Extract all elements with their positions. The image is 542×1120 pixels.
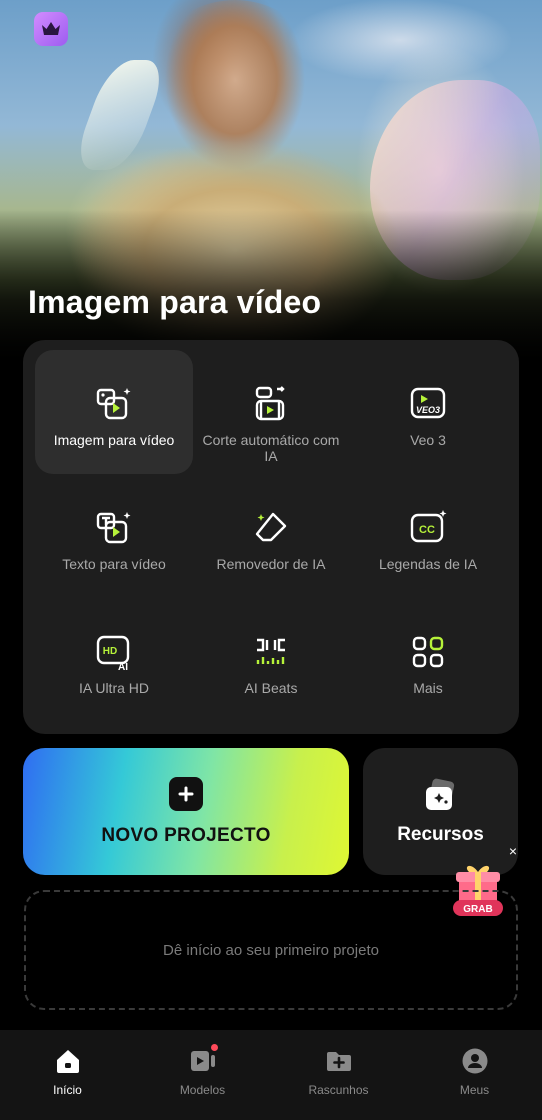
resources-icon	[425, 778, 454, 810]
empty-state-text: Dê início ao seu primeiro projeto	[163, 941, 379, 959]
svg-text:CC: CC	[419, 524, 435, 536]
nav-label: Rascunhos	[308, 1083, 369, 1097]
home-icon	[53, 1046, 83, 1076]
eraser-icon	[251, 508, 291, 548]
nav-label: Início	[53, 1083, 82, 1097]
nav-label: Modelos	[179, 1083, 226, 1097]
nav-label: Meus	[459, 1083, 490, 1097]
image-to-video-icon	[94, 384, 134, 424]
svg-text:VEO3: VEO3	[416, 405, 440, 415]
resources-button[interactable]: Recursos	[363, 748, 518, 875]
tool-ai-captions[interactable]: CC Legendas de IA	[349, 474, 507, 598]
tool-auto-cut[interactable]: Corte automático com IA	[192, 350, 350, 474]
new-project-label: NOVO PROJECTO	[101, 824, 271, 846]
tool-veo3[interactable]: VEO3 Veo 3	[349, 350, 507, 474]
svg-text:HD: HD	[103, 646, 117, 657]
tool-label: Texto para vídeo	[62, 556, 166, 572]
svg-text:AI: AI	[118, 662, 128, 672]
tool-ultra-hd[interactable]: HD AI IA Ultra HD	[35, 598, 193, 722]
crown-icon	[42, 22, 60, 35]
tool-more[interactable]: Mais	[349, 598, 507, 722]
projects-empty-state: Dê início ao seu primeiro projeto	[24, 890, 518, 1010]
drafts-folder-icon	[324, 1046, 354, 1076]
nav-home[interactable]: Início	[0, 1030, 135, 1120]
captions-icon: CC	[408, 508, 448, 548]
plus-icon	[169, 776, 203, 811]
tool-label: Corte automático com IA	[202, 432, 340, 464]
templates-icon	[188, 1044, 218, 1076]
tool-ai-remover[interactable]: Removedor de IA	[192, 474, 350, 598]
tool-label: Veo 3	[410, 432, 446, 448]
text-to-video-icon	[94, 508, 134, 548]
veo3-icon: VEO3	[408, 384, 448, 424]
tool-label: Removedor de IA	[216, 556, 326, 572]
tools-panel: Imagem para vídeo Corte automático com I…	[23, 340, 519, 734]
tool-label: IA Ultra HD	[78, 680, 149, 696]
tool-ai-beats[interactable]: AI Beats	[192, 598, 350, 722]
tool-image-to-video[interactable]: Imagem para vídeo	[35, 350, 193, 474]
hero-title: Imagem para vídeo	[28, 284, 322, 320]
profile-icon	[460, 1046, 490, 1076]
tool-text-to-video[interactable]: Texto para vídeo	[35, 474, 193, 598]
premium-crown-button[interactable]	[34, 12, 68, 46]
tool-label: Imagem para vídeo	[53, 432, 175, 448]
hd-ai-icon: HD AI	[94, 632, 134, 672]
nav-profile[interactable]: Meus	[407, 1030, 542, 1120]
auto-cut-icon	[251, 384, 291, 424]
tool-label: AI Beats	[244, 680, 298, 696]
nav-drafts[interactable]: Rascunhos	[271, 1030, 406, 1120]
nav-templates[interactable]: Modelos	[135, 1030, 270, 1120]
grid-icon	[408, 632, 448, 672]
tool-label: Mais	[413, 680, 443, 696]
notification-dot	[210, 1044, 218, 1051]
tool-label: Legendas de IA	[378, 556, 478, 572]
new-project-button[interactable]: NOVO PROJECTO	[23, 748, 349, 875]
beats-icon	[251, 632, 291, 672]
bottom-navigation: Início Modelos Rascunhos Meus	[0, 1030, 542, 1120]
resources-label: Recursos	[397, 823, 484, 845]
